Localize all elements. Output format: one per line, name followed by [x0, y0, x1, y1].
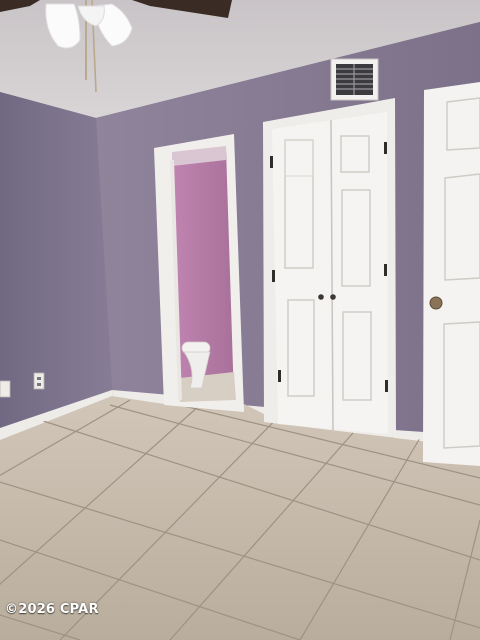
- entry-door-knob: [429, 296, 443, 310]
- room-photo: [0, 0, 480, 640]
- air-vent: [330, 58, 379, 101]
- photo-watermark: ©2026 CPAR: [5, 602, 99, 617]
- closet-knob-right: [330, 294, 336, 300]
- bathroom-doorway: [154, 134, 244, 412]
- room-photo-drawing: [0, 0, 480, 640]
- entry-door: [423, 82, 480, 466]
- left-wall: [0, 92, 112, 432]
- closet-double-door: [263, 98, 396, 438]
- closet-knob-left: [318, 294, 324, 300]
